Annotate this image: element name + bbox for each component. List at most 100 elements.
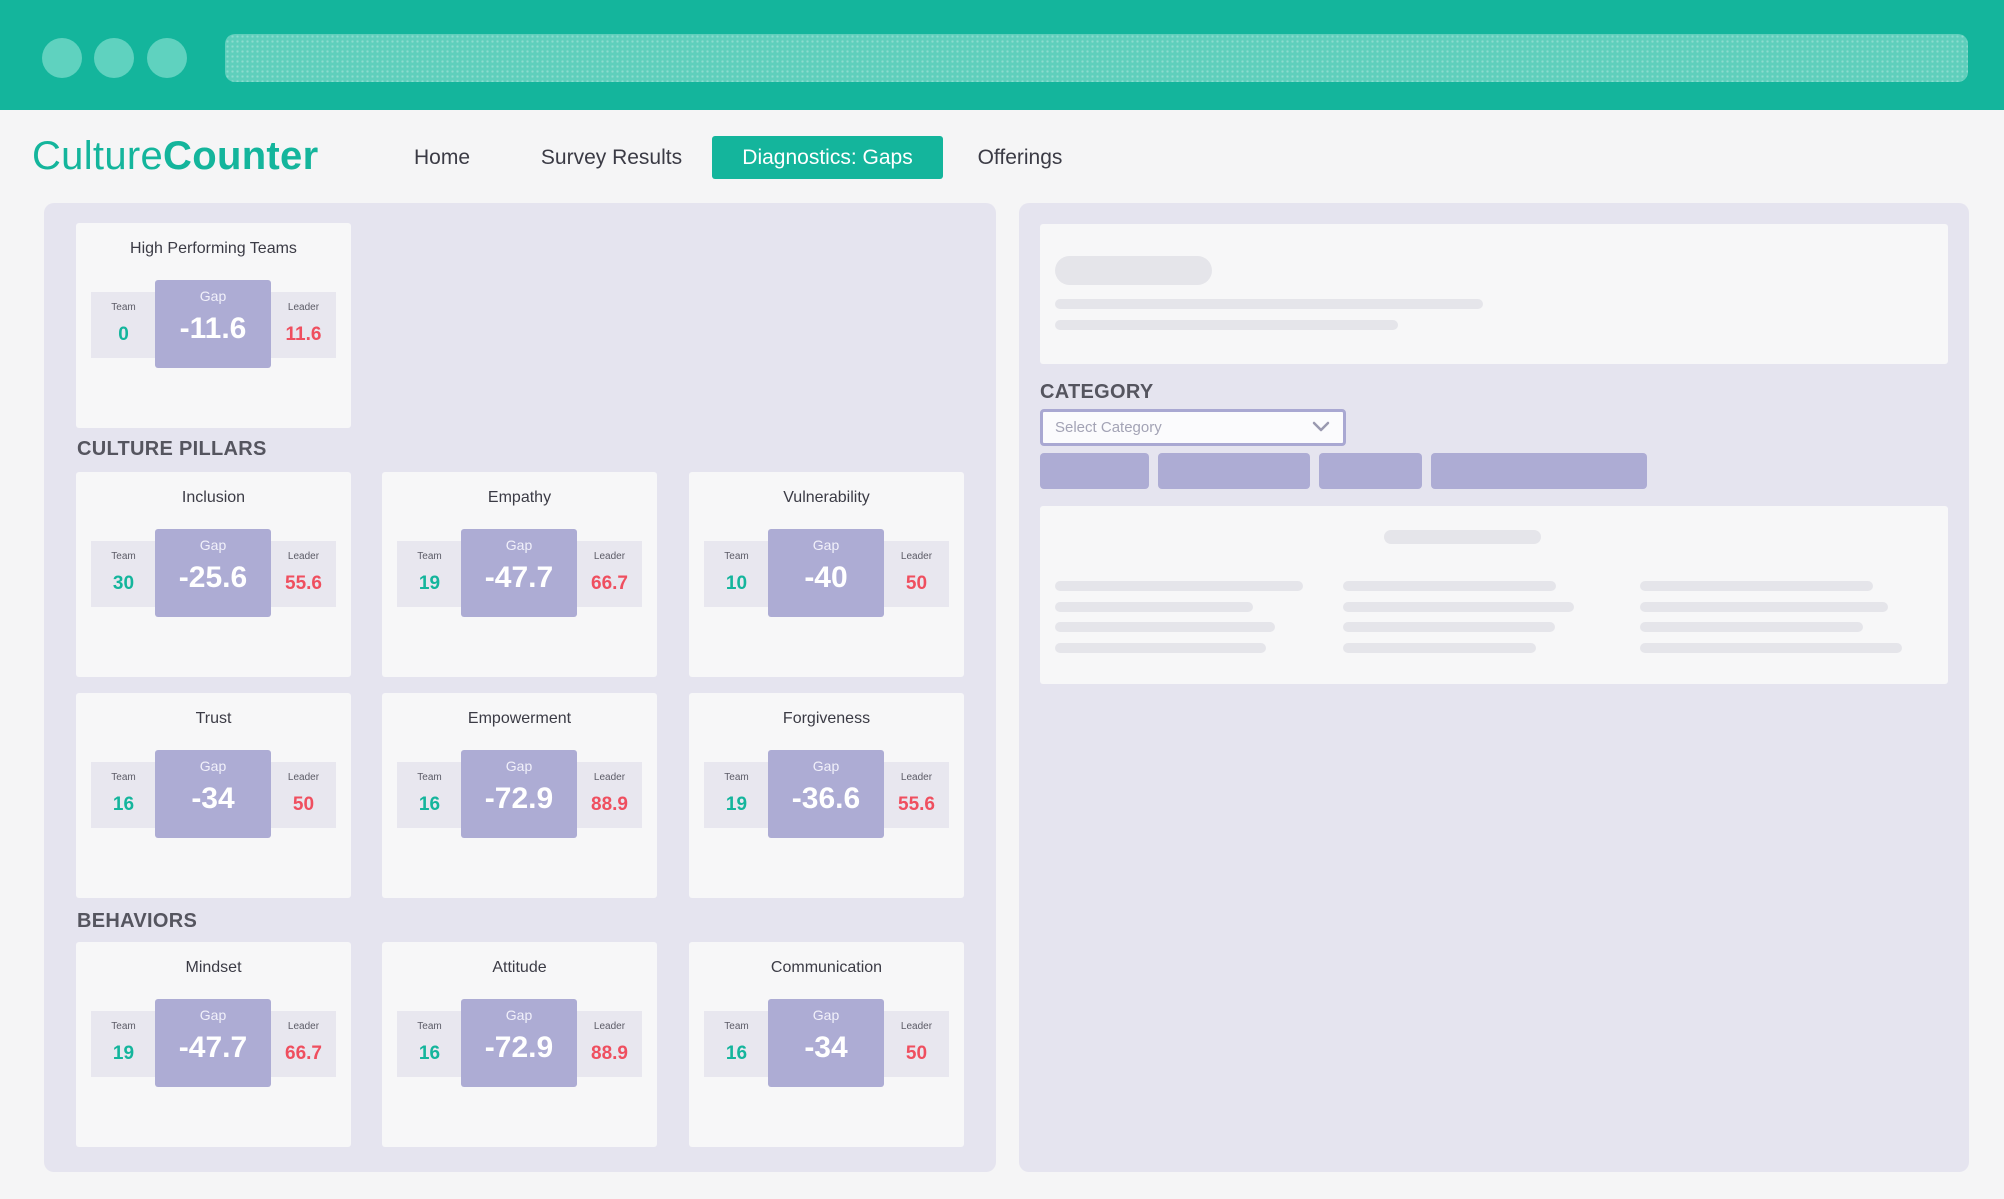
gap-value: -47.7 bbox=[178, 1031, 248, 1064]
team-label: Team bbox=[111, 551, 136, 562]
placeholder-line bbox=[1055, 320, 1398, 330]
placeholder-line bbox=[1343, 643, 1536, 653]
leader-value: 55.6 bbox=[898, 794, 935, 815]
leader-score: Leader 55.6 bbox=[271, 541, 336, 607]
window-maximize-dot[interactable] bbox=[147, 38, 187, 78]
category-filter-chip[interactable] bbox=[1158, 453, 1310, 489]
nav-diagnostics-gaps[interactable]: Diagnostics: Gaps bbox=[712, 136, 943, 179]
category-filter-chip[interactable] bbox=[1431, 453, 1647, 489]
card-title: Attitude bbox=[492, 959, 547, 976]
team-value: 30 bbox=[112, 573, 135, 594]
leader-value: 66.7 bbox=[591, 573, 628, 594]
team-label: Team bbox=[724, 1021, 749, 1032]
nav-home[interactable]: Home bbox=[398, 136, 486, 179]
team-label: Team bbox=[724, 551, 749, 562]
category-heading: CATEGORY bbox=[1040, 381, 1154, 403]
pillar-card-trust[interactable]: Trust Team 16 Leader 50 Gap -34 bbox=[76, 693, 351, 898]
gap-score: Gap -47.7 bbox=[461, 529, 577, 617]
gap-label: Gap bbox=[199, 537, 227, 553]
pillar-card-empowerment[interactable]: Empowerment Team 16 Leader 88.9 Gap -72.9 bbox=[382, 693, 657, 898]
summary-card[interactable]: High Performing Teams Team 0 Leader 11.6 G… bbox=[76, 223, 351, 428]
nav-survey-results[interactable]: Survey Results bbox=[528, 136, 695, 179]
behavior-card-communication[interactable]: Communication Team 16 Leader 50 Gap -34 bbox=[689, 942, 964, 1147]
team-value: 16 bbox=[112, 794, 135, 815]
gap-value: -72.9 bbox=[484, 782, 554, 815]
address-bar[interactable] bbox=[225, 34, 1968, 82]
gap-score: Gap -34 bbox=[768, 999, 884, 1087]
leader-value: 88.9 bbox=[591, 1043, 628, 1064]
gap-score: Gap -40 bbox=[768, 529, 884, 617]
team-label: Team bbox=[111, 302, 136, 313]
leader-value: 50 bbox=[905, 1043, 928, 1064]
gap-score: Gap -72.9 bbox=[461, 999, 577, 1087]
category-filter-chip[interactable] bbox=[1040, 453, 1149, 489]
leader-score: Leader 50 bbox=[271, 762, 336, 828]
team-label: Team bbox=[111, 772, 136, 783]
placeholder-line bbox=[1640, 622, 1863, 632]
category-filter-chip[interactable] bbox=[1319, 453, 1422, 489]
card-title: High Performing Teams bbox=[130, 240, 297, 257]
team-value: 19 bbox=[725, 794, 748, 815]
placeholder-line bbox=[1343, 581, 1556, 591]
placeholder-line bbox=[1640, 602, 1888, 612]
team-score: Team 19 bbox=[91, 1011, 156, 1077]
culture-pillars-heading: CULTURE PILLARS bbox=[77, 438, 267, 460]
pillar-card-inclusion[interactable]: Inclusion Team 30 Leader 55.6 Gap -25.6 bbox=[76, 472, 351, 677]
placeholder-line bbox=[1640, 581, 1873, 591]
leader-score: Leader 50 bbox=[884, 541, 949, 607]
gap-value: -72.9 bbox=[484, 1031, 554, 1064]
leader-score: Leader 11.6 bbox=[271, 292, 336, 358]
placeholder-title bbox=[1055, 256, 1212, 285]
pillar-card-vulnerability[interactable]: Vulnerability Team 10 Leader 50 Gap -40 bbox=[689, 472, 964, 677]
team-label: Team bbox=[417, 1021, 442, 1032]
brand-logo[interactable]: CultureCounter bbox=[32, 134, 318, 179]
placeholder-line bbox=[1055, 643, 1266, 653]
leader-label: Leader bbox=[900, 772, 933, 783]
pillar-card-forgiveness[interactable]: Forgiveness Team 19 Leader 55.6 Gap -36.6 bbox=[689, 693, 964, 898]
gap-score: Gap -25.6 bbox=[155, 529, 271, 617]
card-title: Vulnerability bbox=[783, 489, 870, 506]
gap-label: Gap bbox=[812, 1007, 840, 1023]
team-value: 19 bbox=[112, 1043, 135, 1064]
gap-label: Gap bbox=[505, 758, 533, 774]
brand-logo-bold: Counter bbox=[163, 134, 319, 178]
leader-score: Leader 88.9 bbox=[577, 1011, 642, 1077]
card-title: Communication bbox=[770, 959, 883, 976]
behavior-card-mindset[interactable]: Mindset Team 19 Leader 66.7 Gap -47.7 bbox=[76, 942, 351, 1147]
gap-label: Gap bbox=[505, 537, 533, 553]
category-detail-card bbox=[1040, 506, 1948, 684]
leader-value: 66.7 bbox=[285, 1043, 322, 1064]
card-title: Trust bbox=[195, 710, 232, 727]
team-label: Team bbox=[417, 772, 442, 783]
team-score: Team 0 bbox=[91, 292, 156, 358]
category-select[interactable]: Select Category bbox=[1040, 409, 1346, 446]
gap-label: Gap bbox=[199, 288, 227, 304]
gap-value: -34 bbox=[191, 782, 235, 815]
nav-offerings[interactable]: Offerings bbox=[968, 136, 1072, 179]
gap-score: Gap -11.6 bbox=[155, 280, 271, 368]
leader-label: Leader bbox=[593, 1021, 626, 1032]
chevron-down-icon bbox=[1312, 421, 1330, 432]
window-minimize-dot[interactable] bbox=[94, 38, 134, 78]
pillar-card-empathy[interactable]: Empathy Team 19 Leader 66.7 Gap -47.7 bbox=[382, 472, 657, 677]
leader-label: Leader bbox=[287, 302, 320, 313]
browser-toolbar bbox=[0, 0, 2004, 110]
placeholder-line bbox=[1055, 299, 1483, 309]
leader-label: Leader bbox=[593, 772, 626, 783]
leader-score: Leader 50 bbox=[884, 1011, 949, 1077]
gap-value: -11.6 bbox=[179, 312, 247, 345]
behavior-card-attitude[interactable]: Attitude Team 16 Leader 88.9 Gap -72.9 bbox=[382, 942, 657, 1147]
leader-value: 50 bbox=[292, 794, 315, 815]
team-score: Team 10 bbox=[704, 541, 769, 607]
placeholder-heading bbox=[1384, 530, 1541, 544]
leader-value: 50 bbox=[905, 573, 928, 594]
brand-logo-light: Culture bbox=[32, 134, 164, 178]
leader-label: Leader bbox=[287, 1021, 320, 1032]
gap-value: -40 bbox=[804, 561, 848, 594]
team-value: 10 bbox=[725, 573, 748, 594]
leader-score: Leader 66.7 bbox=[271, 1011, 336, 1077]
gap-value: -36.6 bbox=[791, 782, 861, 815]
leader-score: Leader 55.6 bbox=[884, 762, 949, 828]
placeholder-line bbox=[1055, 602, 1253, 612]
window-close-dot[interactable] bbox=[42, 38, 82, 78]
